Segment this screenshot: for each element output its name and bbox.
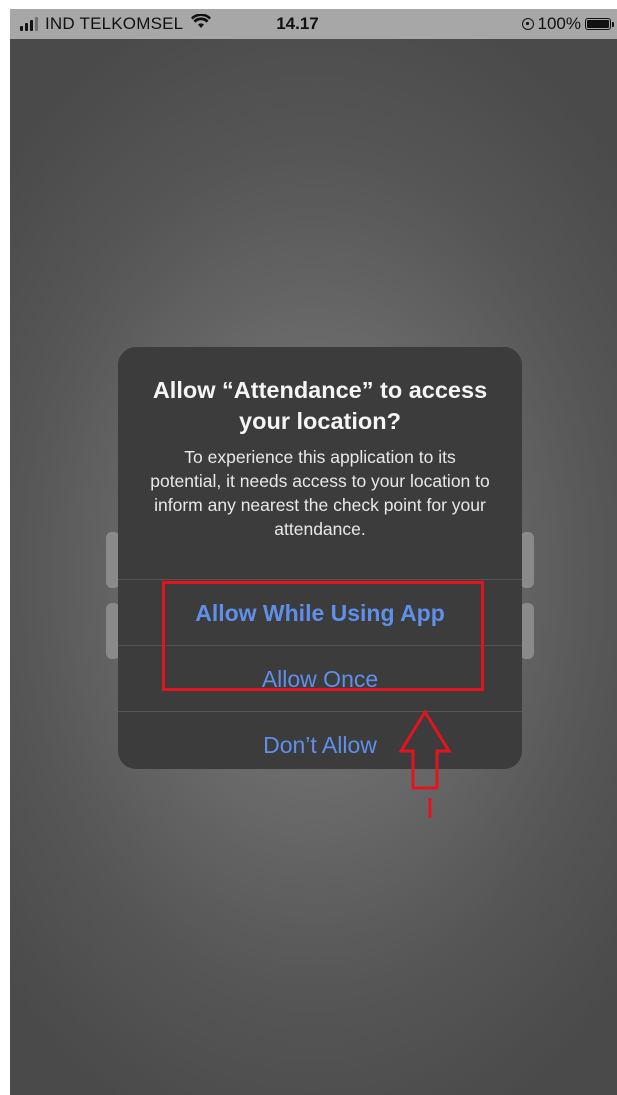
alert-title: Allow “Attendance” to access your locati… — [152, 377, 488, 434]
battery-icon — [585, 18, 614, 30]
status-bar: IND TELKOMSEL 14.17 100% — [10, 9, 617, 39]
allow-once-button[interactable]: Allow Once — [118, 645, 522, 712]
rotation-lock-icon — [521, 18, 534, 30]
clock-text: 14.17 — [276, 14, 319, 33]
allow-while-using-app-button[interactable]: Allow While Using App — [118, 579, 522, 646]
alert-message: To experience this application to its po… — [150, 447, 490, 539]
background-button-right-1 — [520, 532, 534, 588]
phone-screen: IND TELKOMSEL 14.17 100% Allow “Attendan… — [10, 9, 617, 1095]
battery-percentage: 100% — [537, 14, 581, 33]
status-right: 100% — [521, 14, 614, 34]
background-button-right-2 — [520, 603, 534, 659]
dont-allow-button[interactable]: Don’t Allow — [118, 711, 522, 769]
location-permission-alert: Allow “Attendance” to access your locati… — [118, 347, 522, 769]
